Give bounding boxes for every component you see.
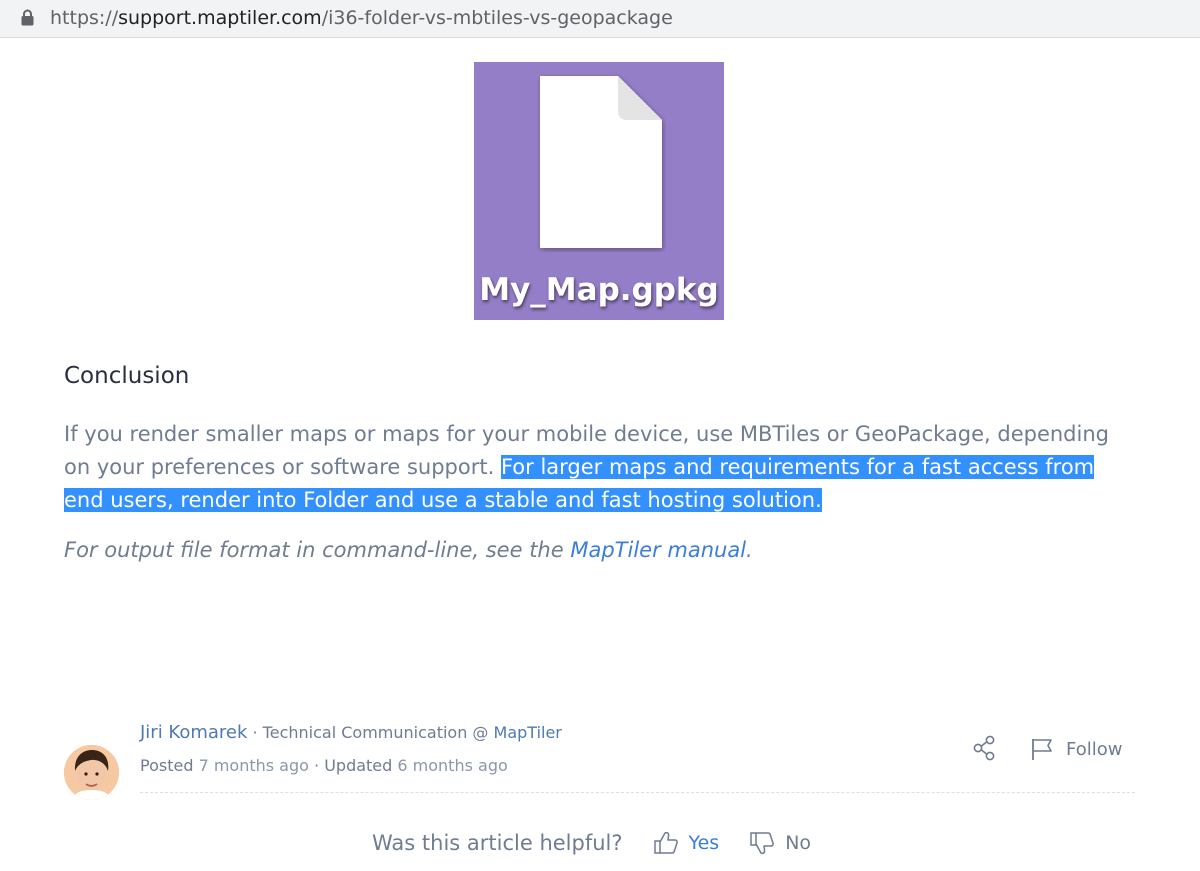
lock-icon [21,9,34,26]
follow-button[interactable]: Follow [1030,735,1122,763]
article-feedback: Was this article helpful? Yes No [372,827,841,859]
section-heading: Conclusion [64,363,190,389]
vote-yes-label: Yes [688,832,720,854]
organization-link[interactable]: MapTiler [494,723,562,742]
url-path: /i36-folder-vs-mbtiles-vs-geopackage [321,7,673,29]
page: https://support.maptiler.com/i36-folder-… [0,0,1200,871]
author-photo [64,745,119,800]
share-icon[interactable] [972,735,996,761]
flag-icon [1032,739,1052,760]
url-scheme: https:// [50,7,119,29]
vote-yes-button[interactable]: Yes [653,830,720,856]
conclusion-paragraph: If you render smaller maps or maps for y… [64,418,1134,517]
file-thumbnail: My_Map.gpkg [474,62,724,320]
address-bar[interactable]: https://support.maptiler.com/i36-folder-… [0,0,1200,38]
vote-no-label: No [785,832,812,854]
updated-label: · Updated [308,756,398,775]
maptiler-manual-link[interactable]: MapTiler manual [570,538,746,562]
divider [140,792,1135,793]
author-role: · Technical Communication @ [247,723,494,742]
author-line: Jiri Komarek · Technical Communication @… [140,720,562,746]
url-text[interactable]: https://support.maptiler.com/i36-folder-… [50,6,673,30]
output-format-note: For output file format in command-line, … [64,535,753,565]
vote-no-button[interactable]: No [749,830,811,856]
thumbs-down-icon [750,832,775,855]
helpful-question: Was this article helpful? [372,831,623,855]
thumbs-up-icon [653,831,678,854]
article-meta: Posted 7 months ago · Updated 6 months a… [140,753,508,779]
posted-label: Posted [140,756,199,775]
thumbnail-filename: My_Map.gpkg [479,272,719,308]
note-suffix: . [746,538,753,562]
avatar[interactable] [64,745,119,800]
author-name-link[interactable]: Jiri Komarek [140,722,247,743]
follow-label: Follow [1066,738,1123,760]
url-host: support.maptiler.com [118,7,322,29]
updated-time: 6 months ago [397,756,508,775]
file-icon [540,76,662,248]
note-text: For output file format in command-line, … [64,538,571,562]
posted-time: 7 months ago [198,756,309,775]
